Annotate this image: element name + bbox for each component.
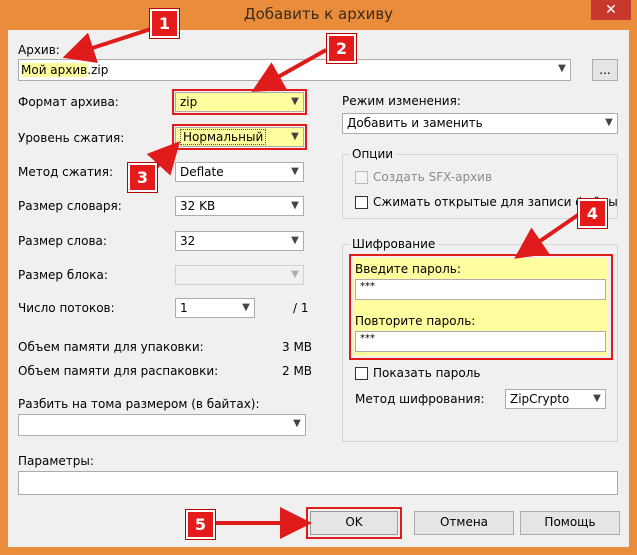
- word-size-value: 32: [180, 234, 196, 248]
- chevron-down-icon: ▼: [605, 117, 613, 128]
- show-password-checkbox[interactable]: [355, 367, 368, 380]
- chevron-down-icon: ▼: [291, 166, 299, 177]
- archive-name-combo[interactable]: Мой архив.zip ▼: [18, 59, 571, 81]
- chevron-down-icon: ▼: [291, 200, 299, 211]
- annotation-badge-3: 3: [128, 163, 157, 192]
- mem-pack-value: 3 MB: [282, 340, 313, 354]
- chevron-down-icon: ▼: [291, 235, 299, 246]
- window-title: Добавить к архиву: [243, 5, 394, 23]
- chevron-down-icon: ▼: [593, 393, 601, 404]
- repeat-password-value: ***: [360, 333, 375, 344]
- close-icon: ✕: [605, 2, 617, 18]
- password-label: Введите пароль:: [355, 262, 461, 276]
- encryption-method-label: Метод шифрования:: [355, 392, 485, 406]
- word-size-combo[interactable]: 32 ▼: [175, 231, 304, 251]
- repeat-password-input[interactable]: ***: [355, 331, 606, 352]
- encryption-method-combo[interactable]: ZipCrypto ▼: [505, 389, 606, 409]
- update-mode-label: Режим изменения:: [342, 94, 461, 108]
- password-input[interactable]: ***: [355, 279, 606, 300]
- options-group: Опции: [342, 147, 618, 219]
- threads-max: / 1: [293, 301, 309, 315]
- method-combo[interactable]: Deflate ▼: [175, 162, 304, 182]
- password-value: ***: [360, 281, 375, 292]
- archive-name-extension: .zip: [87, 63, 109, 77]
- help-button[interactable]: Помощь: [520, 511, 620, 535]
- chevron-down-icon: ▼: [558, 63, 566, 74]
- archive-name-highlight: Мой архив: [21, 63, 88, 77]
- threads-combo[interactable]: 1 ▼: [175, 298, 255, 318]
- update-mode-value: Добавить и заменить: [347, 116, 483, 130]
- compress-shared-checkbox[interactable]: [355, 196, 368, 209]
- threads-label: Число потоков:: [18, 301, 115, 315]
- options-group-title: Опции: [349, 147, 397, 161]
- annotation-badge-4: 4: [578, 199, 607, 228]
- dict-size-label: Размер словаря:: [18, 199, 122, 213]
- parameters-input[interactable]: [18, 471, 618, 495]
- title-bar: Добавить к архиву ✕: [0, 0, 637, 30]
- annotation-badge-1: 1: [150, 9, 179, 38]
- method-label: Метод сжатия:: [18, 165, 113, 179]
- sfx-label: Создать SFX-архив: [373, 170, 493, 184]
- dialog-window: Добавить к архиву ✕ Архив: Мой архив.zip…: [0, 0, 637, 555]
- threads-value: 1: [180, 301, 188, 315]
- annotation-box-ok: [306, 507, 402, 539]
- block-size-label: Размер блока:: [18, 268, 108, 282]
- repeat-password-label: Повторите пароль:: [355, 314, 476, 328]
- mem-unpack-value: 2 MB: [282, 364, 313, 378]
- word-size-label: Размер слова:: [18, 234, 107, 248]
- browse-button[interactable]: ...: [592, 59, 618, 81]
- close-button[interactable]: ✕: [591, 0, 631, 20]
- method-value: Deflate: [180, 165, 224, 179]
- mem-unpack-label: Объем памяти для распаковки:: [18, 364, 219, 378]
- chevron-down-icon: ▼: [242, 302, 250, 313]
- update-mode-combo[interactable]: Добавить и заменить ▼: [342, 113, 618, 134]
- split-volumes-combo[interactable]: ▼: [18, 414, 306, 436]
- level-label: Уровень сжатия:: [18, 131, 125, 145]
- annotation-badge-2: 2: [327, 34, 356, 63]
- annotation-box-format: [172, 89, 307, 115]
- format-label: Формат архива:: [18, 95, 119, 109]
- chevron-down-icon: ▼: [293, 418, 301, 429]
- block-size-combo: ▼: [175, 265, 304, 285]
- dialog-body: Архив: Мой архив.zip ▼ ... Формат архива…: [8, 30, 629, 547]
- sfx-checkbox: [355, 171, 368, 184]
- parameters-label: Параметры:: [18, 454, 94, 468]
- chevron-down-icon: ▼: [291, 269, 299, 280]
- annotation-box-level: [172, 124, 307, 150]
- encryption-method-value: ZipCrypto: [510, 392, 570, 406]
- archive-label: Архив:: [18, 43, 60, 57]
- dict-size-value: 32 KB: [180, 199, 216, 213]
- cancel-button[interactable]: Отмена: [414, 511, 514, 535]
- encryption-group-title: Шифрование: [349, 237, 439, 251]
- annotation-badge-5: 5: [186, 510, 215, 539]
- dict-size-combo[interactable]: 32 KB ▼: [175, 196, 304, 216]
- mem-pack-label: Объем памяти для упаковки:: [18, 340, 204, 354]
- show-password-label[interactable]: Показать пароль: [373, 366, 480, 380]
- split-volumes-label: Разбить на тома размером (в байтах):: [18, 397, 260, 411]
